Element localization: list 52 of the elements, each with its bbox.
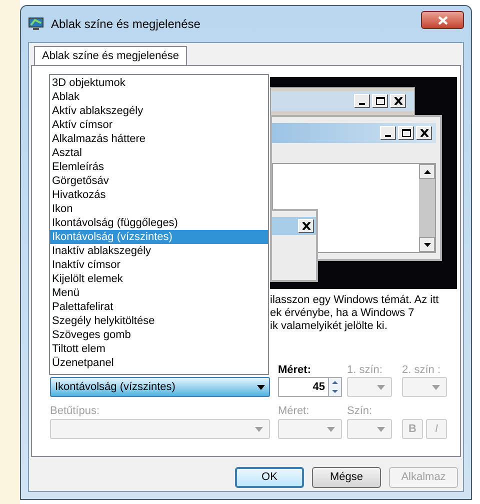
caret-icon — [377, 426, 385, 432]
monitor-icon — [28, 17, 44, 31]
close-icon — [298, 219, 314, 233]
field-label: Méret: — [278, 405, 310, 417]
close-icon — [438, 16, 448, 24]
list-item[interactable]: Szegély helykitöltése — [50, 314, 268, 328]
list-item[interactable]: Kijelölt elemek — [50, 272, 268, 286]
caret-icon — [255, 426, 263, 432]
dialog-button[interactable]: Mégse — [312, 467, 381, 488]
list-item[interactable]: Alkalmazás háttere — [50, 132, 268, 146]
tab[interactable]: Ablak színe és megjelenése — [34, 46, 187, 65]
field-label: 1. szín: — [347, 364, 384, 376]
close-icon — [390, 94, 406, 108]
close-button[interactable] — [421, 11, 464, 29]
dialog-button[interactable]: OK — [235, 467, 304, 488]
size-spin-field[interactable]: 45 — [278, 377, 342, 397]
field-label: Méret: — [278, 364, 312, 376]
minimize-icon — [354, 94, 370, 108]
description-text: ilasszon egy Windows témát. Az itt — [270, 294, 440, 307]
list-item[interactable]: Aktív ablakszegély — [50, 104, 268, 118]
maximize-icon — [398, 126, 414, 140]
field-label: Szín: — [347, 405, 374, 417]
list-item[interactable]: 3D objektumok — [50, 76, 268, 90]
caret-icon — [432, 384, 440, 390]
list-item[interactable]: Inaktív címsor — [50, 258, 268, 272]
description-text: ik valamelyikét jelölte ki. — [270, 320, 388, 333]
item-dropdown[interactable]: Ikontávolság (vízszintes) — [50, 377, 270, 397]
list-item[interactable]: Elemleírás — [50, 160, 268, 174]
list-item[interactable]: Ablak — [50, 90, 268, 104]
list-item[interactable]: Asztal — [50, 146, 268, 160]
caret-icon — [377, 384, 385, 390]
list-item[interactable]: Üzenetpanel — [50, 356, 268, 370]
field-label: Betűtípus: — [50, 405, 101, 417]
list-item[interactable]: Aktív címsor — [50, 118, 268, 132]
minimize-icon — [380, 126, 396, 140]
spin-arrows-icon[interactable] — [328, 378, 341, 396]
caret-icon — [327, 426, 335, 432]
caret-icon — [257, 384, 265, 390]
list-item[interactable]: Szöveges gomb — [50, 328, 268, 342]
list-item[interactable]: Görgetősáv — [50, 174, 268, 188]
list-item[interactable]: Hivatkozás — [50, 188, 268, 202]
list-item[interactable]: Menü — [50, 286, 268, 300]
list-item[interactable]: Tiltott elem — [50, 342, 268, 356]
field-label: 2. szín : — [402, 364, 442, 376]
description-text: ek érvénybe, ha a Windows 7 — [270, 307, 416, 320]
list-item[interactable]: Palettafelirat — [50, 300, 268, 314]
close-icon — [416, 126, 432, 140]
window-title: Ablak színe és megjelenése — [51, 16, 200, 33]
list-item[interactable]: Ikontávolság (függőleges) — [50, 216, 268, 230]
list-item[interactable]: Ikon — [50, 202, 268, 216]
list-item[interactable]: Inaktív ablakszegély — [50, 244, 268, 258]
maximize-icon — [372, 94, 388, 108]
